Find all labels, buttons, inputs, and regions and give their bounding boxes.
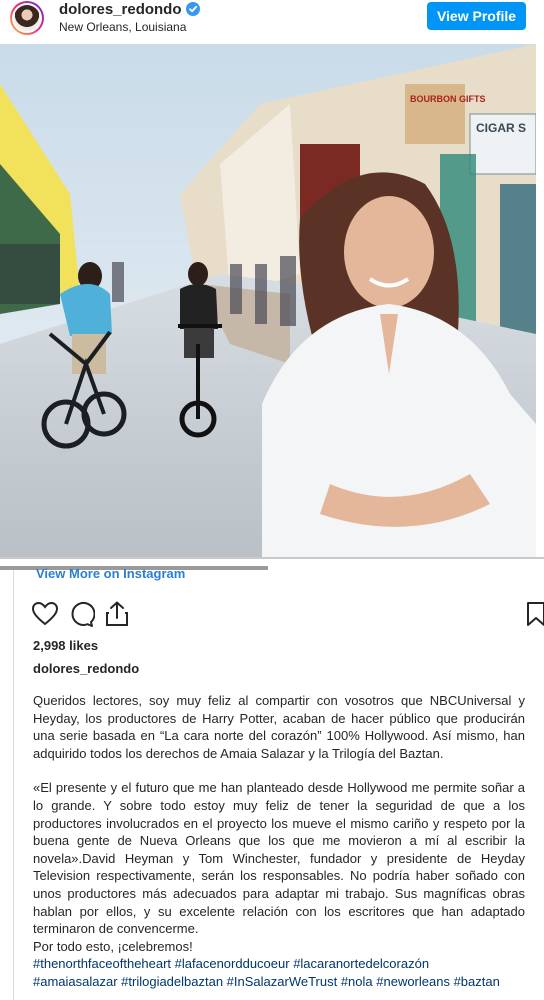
location[interactable]: New Orleans, Louisiana <box>59 20 186 34</box>
verified-badge-icon <box>185 2 200 16</box>
hashtags[interactable]: #amaiasalazar #trilogiadelbaztan #InSala… <box>33 973 525 991</box>
street-scene-image: BOURBON GIFTS CIGAR S <box>0 44 536 557</box>
username[interactable]: dolores_redondo <box>59 1 200 18</box>
share-icon[interactable] <box>103 600 131 628</box>
caption-username[interactable]: dolores_redondo <box>33 661 139 676</box>
action-bar <box>0 600 544 632</box>
post-header: dolores_redondo New Orleans, Louisiana V… <box>0 0 544 44</box>
view-profile-button[interactable]: View Profile <box>427 2 526 30</box>
caption-closing: Por todo esto, ¡celebremos! <box>33 938 193 954</box>
caption-paragraph: Queridos lectores, soy muy feliz al comp… <box>33 693 525 761</box>
caption-paragraph: «El presente y el futuro que me han plan… <box>33 780 525 937</box>
hashtags[interactable]: #thenorthfaceoftheheart #lafacenordducoe… <box>33 955 525 973</box>
heart-icon[interactable] <box>31 600 59 628</box>
avatar[interactable] <box>10 1 44 35</box>
post-photo[interactable]: BOURBON GIFTS CIGAR S <box>0 44 536 557</box>
caption: Queridos lectores, soy muy feliz al comp… <box>33 692 525 991</box>
comment-icon[interactable] <box>67 600 95 628</box>
cigar-sign: CIGAR S <box>476 121 526 135</box>
card-border <box>13 570 14 1000</box>
bookmark-icon[interactable] <box>524 600 544 628</box>
bourbon-gifts-sign: BOURBON GIFTS <box>410 94 486 104</box>
view-more-link[interactable]: View More on Instagram <box>36 566 185 581</box>
likes-count[interactable]: 2,998 likes <box>33 638 98 653</box>
